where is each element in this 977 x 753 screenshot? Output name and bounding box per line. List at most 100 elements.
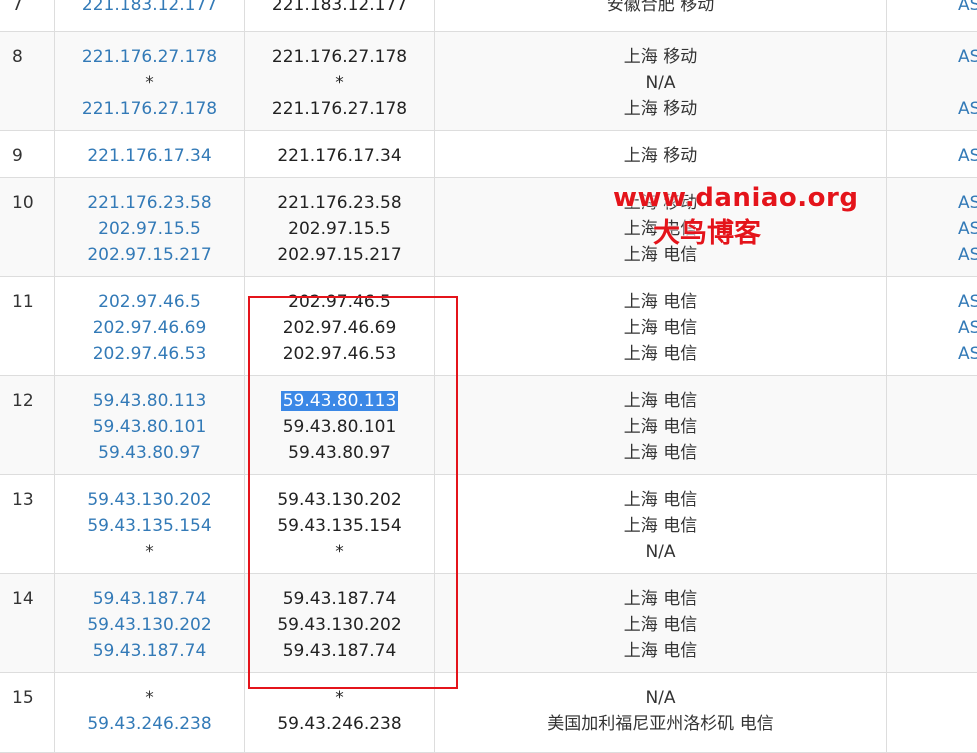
location-text: 美国加利福尼亚州洛杉矶 电信: [547, 714, 774, 734]
as-link[interactable]: AS: [958, 0, 977, 15]
hostname-text: 59.43.80.97: [288, 443, 391, 463]
as-cell: [887, 376, 977, 474]
location-text: 上海 移动: [623, 99, 698, 119]
ip-link[interactable]: 59.43.187.74: [93, 589, 207, 609]
hostname-text: 221.176.27.178: [271, 99, 408, 119]
timeout-marker: *: [145, 542, 154, 562]
location-text: 安徽合肥 移动: [606, 0, 715, 15]
ip-link[interactable]: 202.97.15.217: [87, 245, 211, 265]
hostname-text: 59.43.246.238: [277, 714, 402, 734]
location-cell: 上海 电信 上海 电信 N/A: [435, 475, 887, 573]
location-text: 上海 电信: [623, 245, 698, 265]
ip-link[interactable]: 59.43.135.154: [87, 516, 211, 536]
hostname-text: 221.176.23.58: [277, 193, 402, 213]
as-cell: [887, 673, 977, 752]
location-cell: 上海 移动 N/A 上海 移动: [435, 32, 887, 130]
hostname-cell: 202.97.46.5 202.97.46.69 202.97.46.53: [245, 277, 435, 375]
hop-number-cell: 8: [0, 32, 55, 130]
ip-link[interactable]: 202.97.15.5: [98, 219, 201, 239]
ip-link[interactable]: 221.176.27.178: [82, 47, 217, 67]
hop-number-cell: 15: [0, 673, 55, 752]
hostname-text: 202.97.46.53: [282, 344, 397, 364]
ip-link[interactable]: 202.97.46.69: [93, 318, 207, 338]
ip-link[interactable]: 59.43.80.101: [93, 417, 207, 437]
ip-cell: 59.43.130.202 59.43.135.154 *: [55, 475, 245, 573]
ip-link[interactable]: 221.183.12.177: [82, 0, 217, 15]
hostname-text: 59.43.80.101: [282, 417, 397, 437]
hop-row: 8 221.176.27.178 * 221.176.27.178 221.176.27…: [0, 32, 977, 131]
location-cell: 上海 移动: [435, 131, 887, 177]
selected-hostname-text: 59.43.80.113: [280, 391, 399, 411]
hop-row: 13 59.43.130.202 59.43.135.154 * 59.43.130.2…: [0, 475, 977, 574]
hostname-cell: 221.176.17.34: [245, 131, 435, 177]
ip-cell: 221.183.12.177: [55, 0, 245, 31]
hostname-text: 59.43.130.202: [277, 615, 402, 635]
location-text: 上海 移动: [623, 193, 698, 213]
hostname-cell: 59.43.80.113 59.43.80.101 59.43.80.97: [245, 376, 435, 474]
location-cell: 上海 电信 上海 电信 上海 电信: [435, 277, 887, 375]
ip-link[interactable]: 202.97.46.53: [93, 344, 207, 364]
hostname-text: 202.97.15.217: [277, 245, 402, 265]
timeout-marker: *: [145, 73, 154, 93]
hop-number: 8: [12, 47, 23, 67]
location-text: 上海 移动: [623, 146, 698, 166]
ip-link[interactable]: 59.43.80.113: [93, 391, 207, 411]
as-link[interactable]: AS: [958, 99, 977, 119]
as-link[interactable]: AS: [958, 344, 977, 364]
hop-row: 7 221.183.12.177 221.183.12.177 安徽合肥 移动 AS: [0, 0, 977, 32]
ip-link[interactable]: 221.176.23.58: [87, 193, 211, 213]
ip-link[interactable]: 59.43.130.202: [87, 615, 211, 635]
as-cell: AS AS AS: [887, 178, 977, 276]
ip-link[interactable]: 59.43.246.238: [87, 714, 211, 734]
ip-cell: 221.176.27.178 * 221.176.27.178: [55, 32, 245, 130]
hop-number-cell: 14: [0, 574, 55, 672]
hop-row: 14 59.43.187.74 59.43.130.202 59.43.187.74 5…: [0, 574, 977, 673]
location-text: 上海 电信: [623, 443, 698, 463]
hop-row: 11 202.97.46.5 202.97.46.69 202.97.46.53 202…: [0, 277, 977, 376]
ip-link[interactable]: 221.176.17.34: [87, 146, 211, 166]
hostname-text: 59.43.187.74: [282, 641, 397, 661]
ip-link[interactable]: 59.43.187.74: [93, 641, 207, 661]
location-text: 上海 电信: [623, 589, 698, 609]
hostname-cell: 59.43.130.202 59.43.135.154 *: [245, 475, 435, 573]
hop-number: 10: [12, 193, 34, 213]
hostname-text: *: [335, 73, 344, 93]
ip-link[interactable]: 221.176.27.178: [82, 99, 217, 119]
as-link[interactable]: AS: [958, 146, 977, 166]
hop-number-cell: 13: [0, 475, 55, 573]
ip-cell: 221.176.17.34: [55, 131, 245, 177]
location-cell: 上海 移动 上海 电信 上海 电信: [435, 178, 887, 276]
hop-row: 9 221.176.17.34 221.176.17.34 上海 移动 AS: [0, 131, 977, 178]
location-text: 上海 电信: [623, 292, 698, 312]
hostname-text: 202.97.46.5: [288, 292, 391, 312]
ip-link[interactable]: 59.43.130.202: [87, 490, 211, 510]
as-link[interactable]: AS: [958, 245, 977, 265]
hop-row: 12 59.43.80.113 59.43.80.101 59.43.80.97 59.…: [0, 376, 977, 475]
hop-number: 13: [12, 490, 34, 510]
hostname-text: 202.97.15.5: [288, 219, 391, 239]
hostname-cell: * 59.43.246.238: [245, 673, 435, 752]
ip-cell: * 59.43.246.238: [55, 673, 245, 752]
hop-number-cell: 12: [0, 376, 55, 474]
hostname-cell: 221.183.12.177: [245, 0, 435, 31]
location-text: N/A: [645, 73, 676, 93]
as-link[interactable]: AS: [958, 47, 977, 67]
hop-number-cell: 10: [0, 178, 55, 276]
as-link[interactable]: AS: [958, 193, 977, 213]
ip-cell: 59.43.80.113 59.43.80.101 59.43.80.97: [55, 376, 245, 474]
location-text: N/A: [645, 688, 676, 708]
location-cell: 安徽合肥 移动: [435, 0, 887, 31]
ip-link[interactable]: 59.43.80.97: [98, 443, 201, 463]
location-text: 上海 电信: [623, 417, 698, 437]
as-link[interactable]: AS: [958, 219, 977, 239]
as-cell: AS: [887, 0, 977, 31]
as-link[interactable]: AS: [958, 318, 977, 338]
hop-number: 9: [12, 146, 23, 166]
hop-number: 14: [12, 589, 34, 609]
ip-cell: 202.97.46.5 202.97.46.69 202.97.46.53: [55, 277, 245, 375]
location-cell: N/A 美国加利福尼亚州洛杉矶 电信: [435, 673, 887, 752]
location-cell: 上海 电信 上海 电信 上海 电信: [435, 574, 887, 672]
as-link[interactable]: AS: [958, 292, 977, 312]
ip-link[interactable]: 202.97.46.5: [98, 292, 201, 312]
hostname-cell: 221.176.27.178 * 221.176.27.178: [245, 32, 435, 130]
